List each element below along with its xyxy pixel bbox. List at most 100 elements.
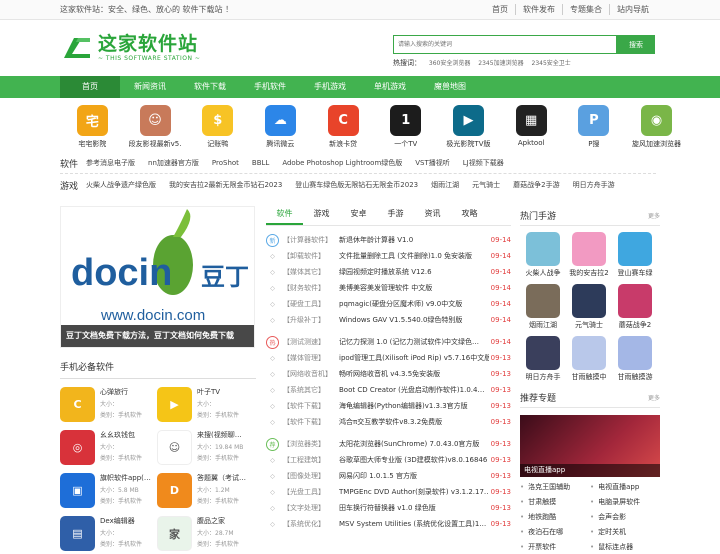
nav-mobile-games[interactable]: 手机游戏	[300, 76, 360, 98]
update-category[interactable]: 【硬盘工具】	[283, 299, 339, 309]
nav-home[interactable]: 首页	[60, 76, 120, 98]
tab-games[interactable]: 游戏	[303, 206, 340, 225]
update-row[interactable]: ◇ 【系统优化】 MSV System Utilities (系统优化设置工具)1……	[266, 516, 511, 532]
tab-software[interactable]: 软件	[266, 206, 303, 225]
recommend-item[interactable]: 地铁跑酷	[520, 511, 590, 524]
hot-game[interactable]: 我的安吉拉2	[566, 232, 612, 278]
must-soft-name[interactable]: 答题翼（考试…	[197, 473, 246, 483]
featured-app[interactable]: $ 记账鸭	[186, 105, 249, 149]
must-soft-name[interactable]: Dex编辑器	[100, 516, 142, 526]
featured-app[interactable]: ☺ 段友影视最新v5.	[124, 105, 187, 149]
recommend-item[interactable]: 电视直播app	[590, 481, 660, 494]
game-tag[interactable]: 元气骑士	[472, 180, 500, 190]
update-title[interactable]: MSV System Utilities (系统优化设置工具)1…	[339, 519, 489, 529]
hot-word[interactable]: 360安全浏览器	[429, 60, 470, 67]
update-category[interactable]: 【媒体其它】	[283, 267, 339, 277]
top-link-sitemap[interactable]: 站内导航	[609, 4, 656, 15]
update-row[interactable]: ◇ 【工程建筑】 谷歌草图大师专业版 (3D建模软件)v8.0.16846 09-13	[266, 452, 511, 468]
software-tag[interactable]: nn加速器官方版	[148, 158, 199, 168]
featured-app[interactable]: ◉ 旋风加速浏览器	[625, 105, 688, 149]
update-title[interactable]: 记忆力探测 1.0 (记忆力测试软件)中文绿色…	[339, 337, 489, 347]
must-soft-item[interactable]: ◎ 幺幺玖钱包 大小： 类别：手机软件	[60, 430, 157, 465]
update-category[interactable]: 【财务软件】	[283, 283, 339, 293]
update-row[interactable]: ◇ 【文字处理】 田车换行符替换器 v1.0 绿色版 09-13	[266, 500, 511, 516]
must-soft-name[interactable]: 来搜(视频聊…	[197, 430, 243, 440]
hot-game[interactable]: 甘雨触摸中	[566, 336, 612, 382]
update-category[interactable]: 【媒体管理】	[283, 353, 339, 363]
must-soft-item[interactable]: ☺ 来搜(视频聊… 大小：19.84 MB 类别：手机软件	[157, 430, 254, 465]
software-tag[interactable]: Adobe Photoshop Lightroom绿色版	[282, 158, 402, 168]
update-category[interactable]: 【图像处理】	[283, 471, 339, 481]
update-row[interactable]: ◇ 【软件下载】 海龟编辑器(Python编辑器)v1.3.3官方版 09-13	[266, 398, 511, 414]
must-soft-name[interactable]: 旗帜软件app(…	[100, 473, 151, 483]
update-title[interactable]: 绿园视频定时播放系统 V12.6	[339, 267, 489, 277]
update-row[interactable]: ◇ 【网络收音机】 畅听网络收音机 v4.3.5免安装版 09-13	[266, 366, 511, 382]
recommend-item[interactable]: 洛克王国辅助	[520, 481, 590, 494]
must-soft-item[interactable]: 家腹品之家 大小：28.7M 类别：手机软件	[157, 516, 254, 551]
must-soft-item[interactable]: ▤ Dex编辑器 大小： 类别：手机软件	[60, 516, 157, 551]
game-tag[interactable]: 蘑菇战争2手游	[513, 180, 559, 190]
must-soft-item[interactable]: ▶ 叶子TV 大小： 类别：手机软件	[157, 387, 254, 422]
update-category[interactable]: 【系统优化】	[283, 519, 339, 529]
software-tag[interactable]: BBLL	[252, 159, 269, 167]
update-title[interactable]: 文件批量删除工具 (文件删除)1.0 免安装版	[339, 251, 489, 261]
recommend-banner[interactable]: 电视直播app	[520, 415, 660, 477]
update-category[interactable]: 【软件下载】	[283, 401, 339, 411]
featured-banner[interactable]: docin 豆丁 www.docin.com 豆丁文档免费下载方法，豆丁文档如何…	[60, 206, 255, 348]
hot-word[interactable]: 2345加速浏览器	[478, 60, 523, 67]
must-soft-name[interactable]: 叶子TV	[197, 387, 239, 397]
recommend-more-link[interactable]: 更多	[648, 393, 660, 402]
featured-app[interactable]: 宅宅宅影院	[61, 105, 124, 149]
update-title[interactable]: Boot CD Creator (光盘启动制作软件)1.0.4…	[339, 385, 489, 395]
tab-guides[interactable]: 攻略	[451, 206, 488, 225]
nav-mobile-software[interactable]: 手机软件	[240, 76, 300, 98]
software-tag[interactable]: ProShot	[212, 159, 239, 167]
update-category[interactable]: 【软件下载】	[283, 417, 339, 427]
recommend-item[interactable]: 甘肃触摸	[520, 496, 590, 509]
search-input[interactable]	[393, 35, 617, 54]
recommend-item[interactable]: 会声会影	[590, 511, 660, 524]
site-logo[interactable]: 这家软件站 ~ THIS SOFTWARE STATION ~	[60, 34, 200, 62]
update-category[interactable]: 【光盘工具】	[283, 487, 339, 497]
update-title[interactable]: 太阳花浏览器(SunChrome) 7.0.43.0官方版	[339, 439, 489, 449]
must-soft-item[interactable]: C 心弹旅行 大小： 类别：手机软件	[60, 387, 157, 422]
top-link-home[interactable]: 首页	[485, 4, 515, 15]
software-tag[interactable]: VST播视听	[415, 158, 450, 168]
hot-game[interactable]: 明日方舟手	[520, 336, 566, 382]
banner-caption[interactable]: 豆丁文档免费下载方法，豆丁文档如何免费下载	[61, 325, 254, 347]
update-category[interactable]: 【网络收音机】	[283, 369, 339, 379]
update-category[interactable]: 【浏览器类】	[283, 439, 339, 449]
update-row[interactable]: ◇ 【媒体管理】 ipod管理工具(Xilisoft iPod Rip) v5.7.…	[266, 350, 511, 366]
must-soft-item[interactable]: D 答题翼（考试… 大小：1.2M 类别：手机软件	[157, 473, 254, 508]
hot-game[interactable]: 蘑菇战争2	[612, 284, 658, 330]
update-title[interactable]: 新退休年龄计算器 V1.0	[339, 235, 489, 245]
game-tag[interactable]: 登山赛车绿色版无限钻石无限金币2023	[295, 180, 418, 190]
update-category[interactable]: 【测试测速】	[283, 337, 339, 347]
recommend-item[interactable]: 鼠标连点器	[590, 541, 660, 554]
featured-app[interactable]: 1 一个TV	[374, 105, 437, 149]
recommend-item[interactable]: 电脑录屏软件	[590, 496, 660, 509]
update-title[interactable]: ipod管理工具(Xilisoft iPod Rip) v5.7.16中文版	[339, 353, 489, 363]
update-row[interactable]: ◇ 【卸载软件】 文件批量删除工具 (文件删除)1.0 免安装版 09-14	[266, 248, 511, 264]
tab-news[interactable]: 资讯	[414, 206, 451, 225]
hot-word[interactable]: 2345安全卫士	[532, 60, 571, 67]
recommend-item[interactable]: 定时关机	[590, 526, 660, 539]
nav-news[interactable]: 新闻资讯	[120, 76, 180, 98]
update-row[interactable]: 热【测试测速】 记忆力探测 1.0 (记忆力测试软件)中文绿色… 09-14	[266, 334, 511, 350]
hot-game[interactable]: 元气骑士	[566, 284, 612, 330]
hot-game[interactable]: 登山赛车绿	[612, 232, 658, 278]
update-row[interactable]: ◇ 【光盘工具】 TMPGEnc DVD Author(刻录软件) v3.1.2.1…	[266, 484, 511, 500]
must-soft-item[interactable]: ▣ 旗帜软件app(… 大小：5.8 MB 类别：手机软件	[60, 473, 157, 508]
game-tag[interactable]: 明日方舟手游	[573, 180, 615, 190]
update-category[interactable]: 【工程建筑】	[283, 455, 339, 465]
update-title[interactable]: 网易闪印 1.0.1.5 官方版	[339, 471, 489, 481]
featured-app[interactable]: P P搜	[563, 105, 626, 149]
update-row[interactable]: ◇ 【图像处理】 网易闪印 1.0.1.5 官方版 09-13	[266, 468, 511, 484]
update-row[interactable]: ◇ 【媒体其它】 绿园视频定时播放系统 V12.6 09-14	[266, 264, 511, 280]
update-row[interactable]: ◇ 【软件下载】 鸿合π交互教学软件v8.3.2免费版 09-13	[266, 414, 511, 430]
tab-mobile-games[interactable]: 手游	[377, 206, 414, 225]
must-soft-name[interactable]: 腹品之家	[197, 516, 239, 526]
update-row[interactable]: ◇ 【升级补丁】 Windows GAV V1.5.540.0绿色特别版 09-14	[266, 312, 511, 328]
game-tag[interactable]: 火柴人战争遗产绿色版	[86, 180, 156, 190]
featured-app[interactable]: ▦ Apktool	[500, 105, 563, 149]
